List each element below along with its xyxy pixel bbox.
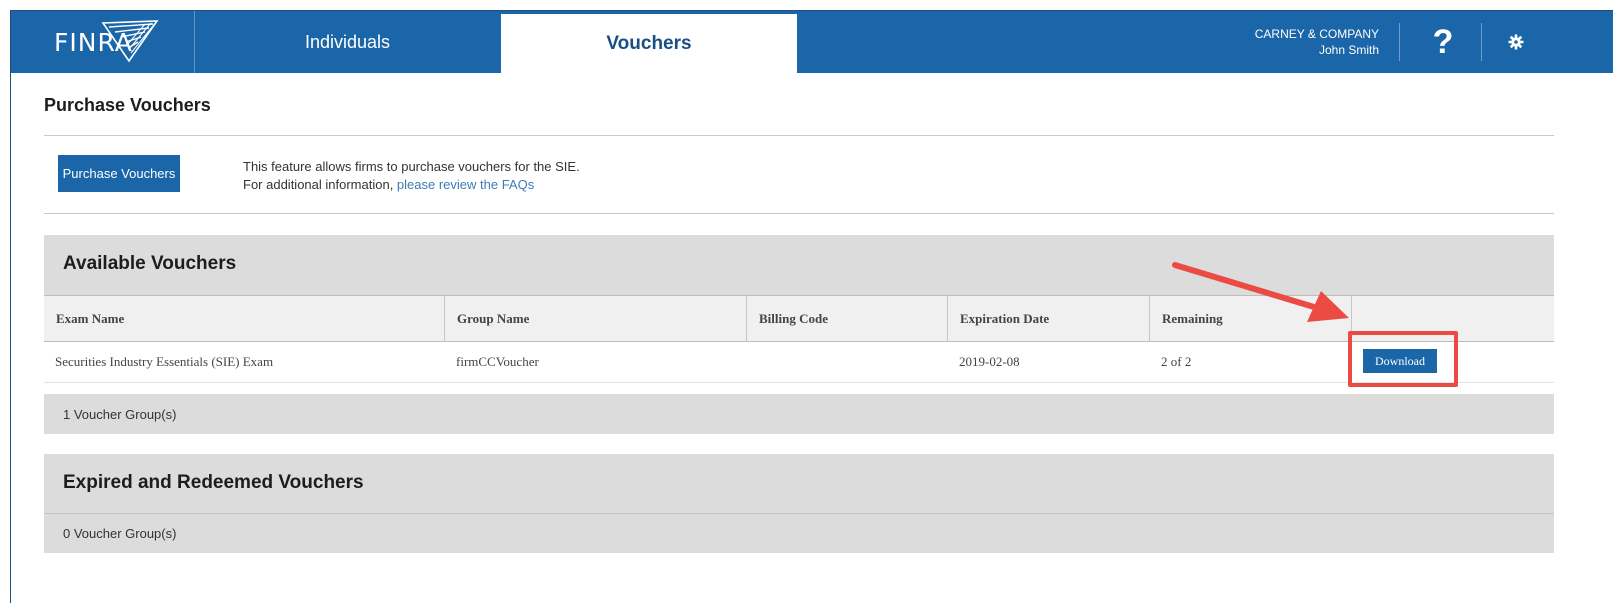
app-frame: FINRA Individuals Vouchers CARNEY & COMP…	[10, 10, 1613, 603]
annotation-overlay	[1172, 262, 1349, 322]
download-highlight-box	[1348, 331, 1458, 387]
annotation-arrow	[1172, 262, 1317, 310]
